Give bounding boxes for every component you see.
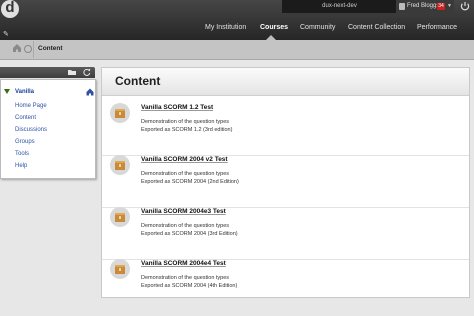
course-dot-icon[interactable] bbox=[24, 45, 32, 53]
menu-link-groups[interactable]: Groups bbox=[15, 139, 35, 145]
content-item: Vanilla SCORM 2004e4 Test Demonstration … bbox=[102, 259, 469, 311]
user-menu[interactable]: Fred Bloggs 34 ▼ bbox=[396, 0, 454, 13]
breadcrumb: Content bbox=[0, 40, 474, 60]
content-item-link[interactable]: Vanilla SCORM 2004e4 Test bbox=[141, 260, 226, 267]
expand-caret-icon[interactable] bbox=[4, 89, 10, 94]
menu-link-home-page[interactable]: Home Page bbox=[15, 103, 47, 109]
page-title: Content bbox=[115, 74, 161, 88]
content-item: Vanilla SCORM 1.2 Test Demonstration of … bbox=[102, 103, 469, 156]
course-menu: Vanilla Home Page Content Discussions Gr… bbox=[0, 79, 96, 179]
menu-link-content[interactable]: Content bbox=[15, 115, 36, 121]
content-item-description: Demonstration of the question types Expor… bbox=[141, 223, 238, 237]
content-item-description: Demonstration of the question types Expor… bbox=[141, 171, 239, 185]
top-header: d dux-next-dev Fred Bloggs 34 ▼ My Insti… bbox=[0, 0, 474, 40]
breadcrumb-current: Content bbox=[38, 45, 63, 52]
scorm-package-icon bbox=[110, 207, 130, 227]
refresh-icon[interactable] bbox=[83, 68, 91, 76]
content-item-link[interactable]: Vanilla SCORM 1.2 Test bbox=[141, 104, 213, 111]
content-item-link[interactable]: Vanilla SCORM 2004 v2 Test bbox=[141, 156, 228, 163]
tab-courses[interactable]: Courses bbox=[260, 24, 288, 31]
home-icon[interactable] bbox=[12, 43, 22, 53]
tab-content-collection[interactable]: Content Collection bbox=[348, 24, 405, 31]
tab-my-institution[interactable]: My Institution bbox=[205, 24, 246, 31]
power-icon[interactable] bbox=[459, 1, 471, 12]
course-menu-header[interactable]: Vanilla bbox=[1, 87, 95, 99]
folder-icon[interactable] bbox=[68, 69, 76, 75]
scorm-package-icon bbox=[110, 259, 130, 279]
user-name: Fred Bloggs bbox=[407, 3, 440, 9]
content-panel: Content Vanilla SCORM 1.2 Test Demonstra… bbox=[101, 67, 470, 298]
avatar bbox=[399, 3, 405, 10]
menu-link-help[interactable]: Help bbox=[15, 163, 27, 169]
chevron-down-icon[interactable]: ▼ bbox=[447, 0, 452, 13]
pin-icon[interactable]: ✎ bbox=[3, 30, 9, 38]
tab-community[interactable]: Community bbox=[300, 24, 335, 31]
content-item: Vanilla SCORM 2004e3 Test Demonstration … bbox=[102, 207, 469, 260]
tab-performance[interactable]: Performance bbox=[417, 24, 457, 31]
menu-link-tools[interactable]: Tools bbox=[15, 151, 29, 157]
course-menu-toolbar bbox=[0, 67, 95, 78]
menu-link-discussions[interactable]: Discussions bbox=[15, 127, 47, 133]
course-name[interactable]: Vanilla bbox=[15, 89, 34, 95]
content-item-description: Demonstration of the question types Expor… bbox=[141, 119, 233, 133]
scorm-package-icon bbox=[110, 103, 130, 123]
notification-badge[interactable]: 34 bbox=[437, 3, 445, 10]
breadcrumb-divider bbox=[33, 41, 34, 58]
scorm-package-icon bbox=[110, 155, 130, 175]
home-icon[interactable] bbox=[86, 88, 94, 96]
content-item-description: Demonstration of the question types Expor… bbox=[141, 275, 238, 289]
institution-logo[interactable]: d bbox=[1, 0, 19, 18]
content-item: Vanilla SCORM 2004 v2 Test Demonstration… bbox=[102, 155, 469, 208]
instance-name: dux-next-dev bbox=[282, 0, 397, 13]
content-item-link[interactable]: Vanilla SCORM 2004e3 Test bbox=[141, 208, 226, 215]
content-header: Content bbox=[102, 68, 469, 96]
